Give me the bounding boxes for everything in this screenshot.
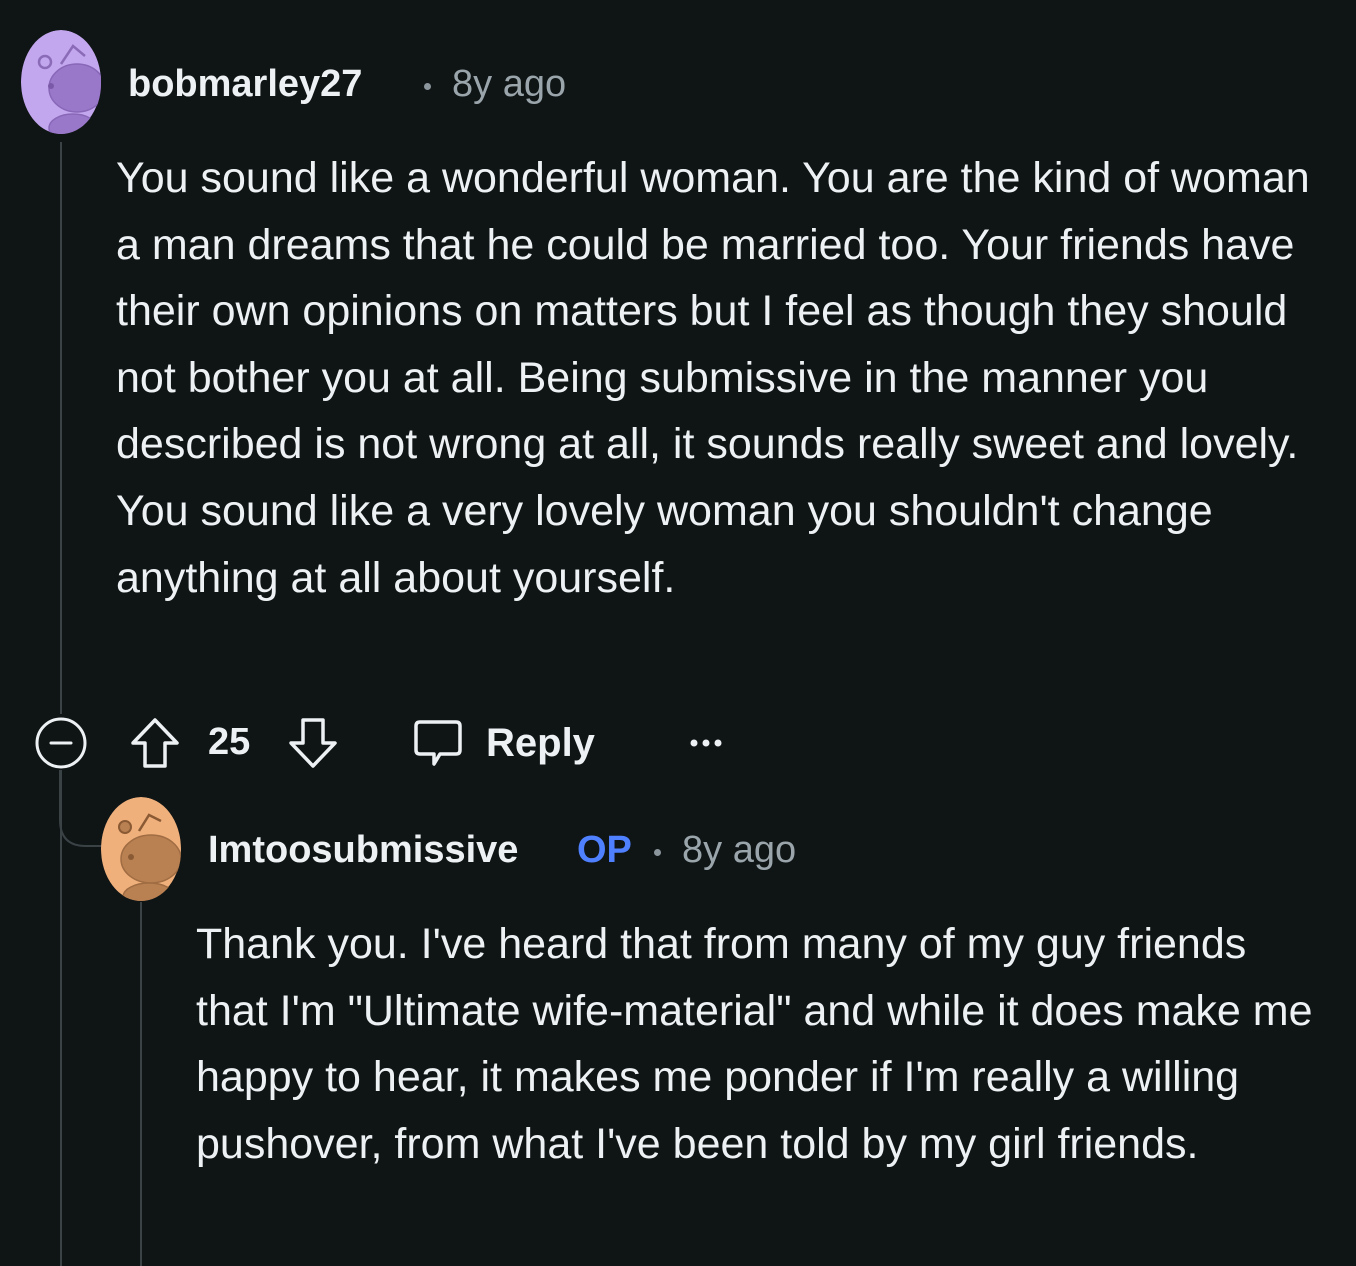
thread-line-reply [140,902,142,1266]
vote-score: 25 [208,720,250,764]
downvote-icon [289,718,337,768]
comment-timestamp[interactable]: 8y ago [682,828,796,872]
upvote-button[interactable] [128,716,182,770]
vote-count: 25 [208,721,251,763]
user-avatar[interactable] [21,30,101,134]
thread-line-main [60,142,62,714]
op-badge: OP [577,829,632,871]
collapse-button[interactable] [34,716,88,770]
reply-icon [414,720,462,766]
comment-timestamp[interactable]: 8y ago [452,62,566,106]
comment-body: You sound like a wonderful woman. You ar… [116,154,1310,602]
comment-body: Thank you. I've heard that from many of … [196,920,1313,1168]
comment-author[interactable]: bobmarley27 [128,62,362,106]
more-options-button[interactable] [688,716,728,770]
collapse-icon [35,717,87,769]
comment-author[interactable]: Imtoosubmissive [208,828,518,872]
meta-separator-dot [424,83,431,90]
reply-label: Reply [486,721,595,765]
downvote-button[interactable] [286,716,340,770]
user-avatar[interactable] [101,797,181,901]
upvote-icon [131,718,179,768]
more-options-icon [690,739,722,747]
meta-separator-dot [654,849,661,856]
reply-button[interactable]: Reply [412,716,595,770]
